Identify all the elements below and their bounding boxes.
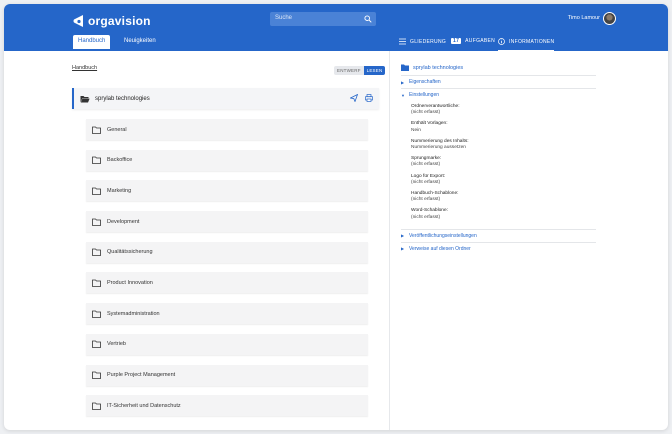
- info-icon: [498, 38, 505, 45]
- tab-neuigkeiten[interactable]: Neuigkeiten: [124, 38, 156, 44]
- search-placeholder: Suche: [275, 15, 293, 21]
- setting-value: (nicht erfasst): [411, 197, 441, 203]
- root-folder-label: sprylab technologies: [95, 95, 150, 102]
- folder-item-label: General: [107, 126, 127, 133]
- setting-property: Word-Schablone: (nicht erfasst): [411, 208, 596, 220]
- folder-item[interactable]: Marketing: [86, 180, 368, 202]
- folder-icon: [92, 248, 101, 257]
- folder-icon: [92, 156, 101, 165]
- logo[interactable]: orgavision: [73, 14, 151, 28]
- print-icon[interactable]: [365, 94, 373, 102]
- setting-value: (nicht erfasst): [411, 179, 441, 185]
- tab-aufgaben[interactable]: 17 AUFGABEN: [451, 38, 495, 44]
- folder-item[interactable]: General: [86, 119, 368, 140]
- folder-list: General Backoffice Marketing Development Qua…: [86, 119, 368, 426]
- mode-toggle[interactable]: ENTWERF LESEN: [334, 66, 386, 75]
- logo-icon: [73, 15, 83, 27]
- info-title-label: sprylab technologies: [413, 64, 464, 71]
- tab-gliederung[interactable]: GLIEDERUNG: [399, 38, 446, 45]
- section-verweise[interactable]: ▶ Verweise auf diesen Ordner: [401, 243, 596, 255]
- info-title[interactable]: sprylab technologies: [401, 64, 596, 76]
- folder-item[interactable]: Development: [86, 211, 368, 233]
- brand-name: orgavision: [88, 14, 151, 28]
- folder-item-label: Systemadministration: [107, 310, 160, 317]
- folder-icon: [92, 340, 101, 349]
- folder-item-label: Development: [107, 218, 140, 225]
- folder-icon: [92, 371, 101, 379]
- section-eigenschaften-label: Eigenschaften: [409, 79, 441, 85]
- section-verweise-label: Verweise auf diesen Ordner: [409, 245, 471, 252]
- folder-item[interactable]: Qualitätssicherung: [86, 241, 368, 263]
- setting-value: Nummerierung aussetzen: [411, 145, 466, 151]
- user-name[interactable]: Timo Lamour: [568, 15, 600, 21]
- folder-item-label: Purple Project Management: [107, 372, 176, 378]
- tab-informationen[interactable]: INFORMATIONEN: [498, 38, 555, 52]
- folder-icon: [401, 64, 409, 71]
- folder-item[interactable]: Systemadministration: [86, 303, 368, 325]
- setting-property: Logo für Export: (nicht erfasst): [411, 174, 596, 186]
- list-icon: [399, 38, 406, 45]
- content-tree-panel: Handbuch ENTWERF LESEN sprylab technolog…: [4, 51, 389, 430]
- section-veroeffentlichung-label: Veröffentlichungseinstellungen: [409, 232, 477, 239]
- folder-item[interactable]: Vertrieb: [86, 333, 368, 355]
- folder-icon: [92, 218, 101, 226]
- setting-property: Sprungmarke: (nicht erfasst): [411, 156, 596, 168]
- folder-item[interactable]: IT-Sicherheit und Datenschutz: [86, 395, 368, 417]
- section-einstellungen[interactable]: ▼ Einstellungen: [401, 89, 596, 101]
- root-folder-actions: [350, 94, 373, 102]
- tab-aufgaben-label: AUFGABEN: [465, 38, 496, 44]
- chevron-right-icon: ▶: [401, 246, 405, 252]
- top-bar: orgavision Suche Timo Lamour Handbuch Ne…: [4, 4, 668, 52]
- read-mode-button[interactable]: LESEN: [363, 66, 386, 75]
- section-eigenschaften[interactable]: ▶ Eigenschaften: [401, 76, 596, 89]
- setting-value: (nicht erfasst): [411, 162, 441, 168]
- setting-property: Ordnerverantwortliche: (nicht erfasst): [411, 104, 596, 116]
- tasks-count-badge: 17: [451, 38, 462, 44]
- info-panel: sprylab technologies ▶ Eigenschaften ▼ E…: [401, 64, 596, 255]
- chevron-down-icon: ▼: [401, 92, 405, 98]
- setting-value: Nein: [411, 127, 421, 133]
- chevron-right-icon: ▶: [401, 233, 405, 239]
- send-icon[interactable]: [350, 94, 358, 102]
- open-folder-icon: [80, 95, 90, 102]
- chevron-right-icon: ▶: [401, 79, 405, 85]
- folder-item-label: Backoffice: [107, 157, 133, 164]
- search-input[interactable]: Suche: [270, 12, 376, 26]
- setting-value: (nicht erfasst): [411, 214, 441, 220]
- app-window: orgavision Suche Timo Lamour Handbuch Ne…: [4, 4, 668, 430]
- setting-property: Nummerierung des Inhalts: Nummerierung au…: [411, 139, 596, 151]
- section-einstellungen-label: Einstellungen: [409, 92, 440, 98]
- folder-icon: [92, 279, 101, 287]
- folder-item[interactable]: Product Innovation: [86, 272, 368, 294]
- folder-item-label: Vertrieb: [107, 341, 126, 348]
- setting-value: (nicht erfasst): [411, 110, 441, 116]
- tab-gliederung-label: GLIEDERUNG: [410, 38, 447, 45]
- folder-item-label: Product Innovation: [107, 279, 153, 286]
- setting-property: Enthält Vorlagen: Nein: [411, 121, 596, 133]
- panel-divider: [389, 51, 390, 430]
- avatar[interactable]: [603, 12, 616, 25]
- folder-item-label: Qualitätssicherung: [107, 249, 153, 256]
- section-veroeffentlichung[interactable]: ▶ Veröffentlichungseinstellungen: [401, 230, 596, 243]
- tab-handbuch[interactable]: Handbuch: [73, 35, 111, 49]
- tab-informationen-label: INFORMATIONEN: [509, 38, 555, 45]
- folder-item[interactable]: Backoffice: [86, 149, 368, 171]
- folder-item[interactable]: Purple Project Management: [86, 364, 368, 386]
- edit-mode-button[interactable]: ENTWERF: [334, 66, 364, 75]
- folder-icon: [92, 187, 101, 195]
- folder-icon: [92, 402, 101, 410]
- root-folder[interactable]: sprylab technologies: [72, 88, 379, 109]
- folder-item-label: IT-Sicherheit und Datenschutz: [107, 402, 181, 409]
- search-icon[interactable]: [364, 15, 372, 23]
- folder-icon: [92, 310, 101, 318]
- breadcrumb[interactable]: Handbuch: [72, 65, 97, 71]
- folder-icon: [92, 126, 101, 134]
- folder-item-label: Marketing: [107, 187, 132, 194]
- settings-properties: Ordnerverantwortliche: (nicht erfasst) Ent…: [401, 101, 596, 230]
- setting-property: Handbuch-Schablone: (nicht erfasst): [411, 191, 596, 203]
